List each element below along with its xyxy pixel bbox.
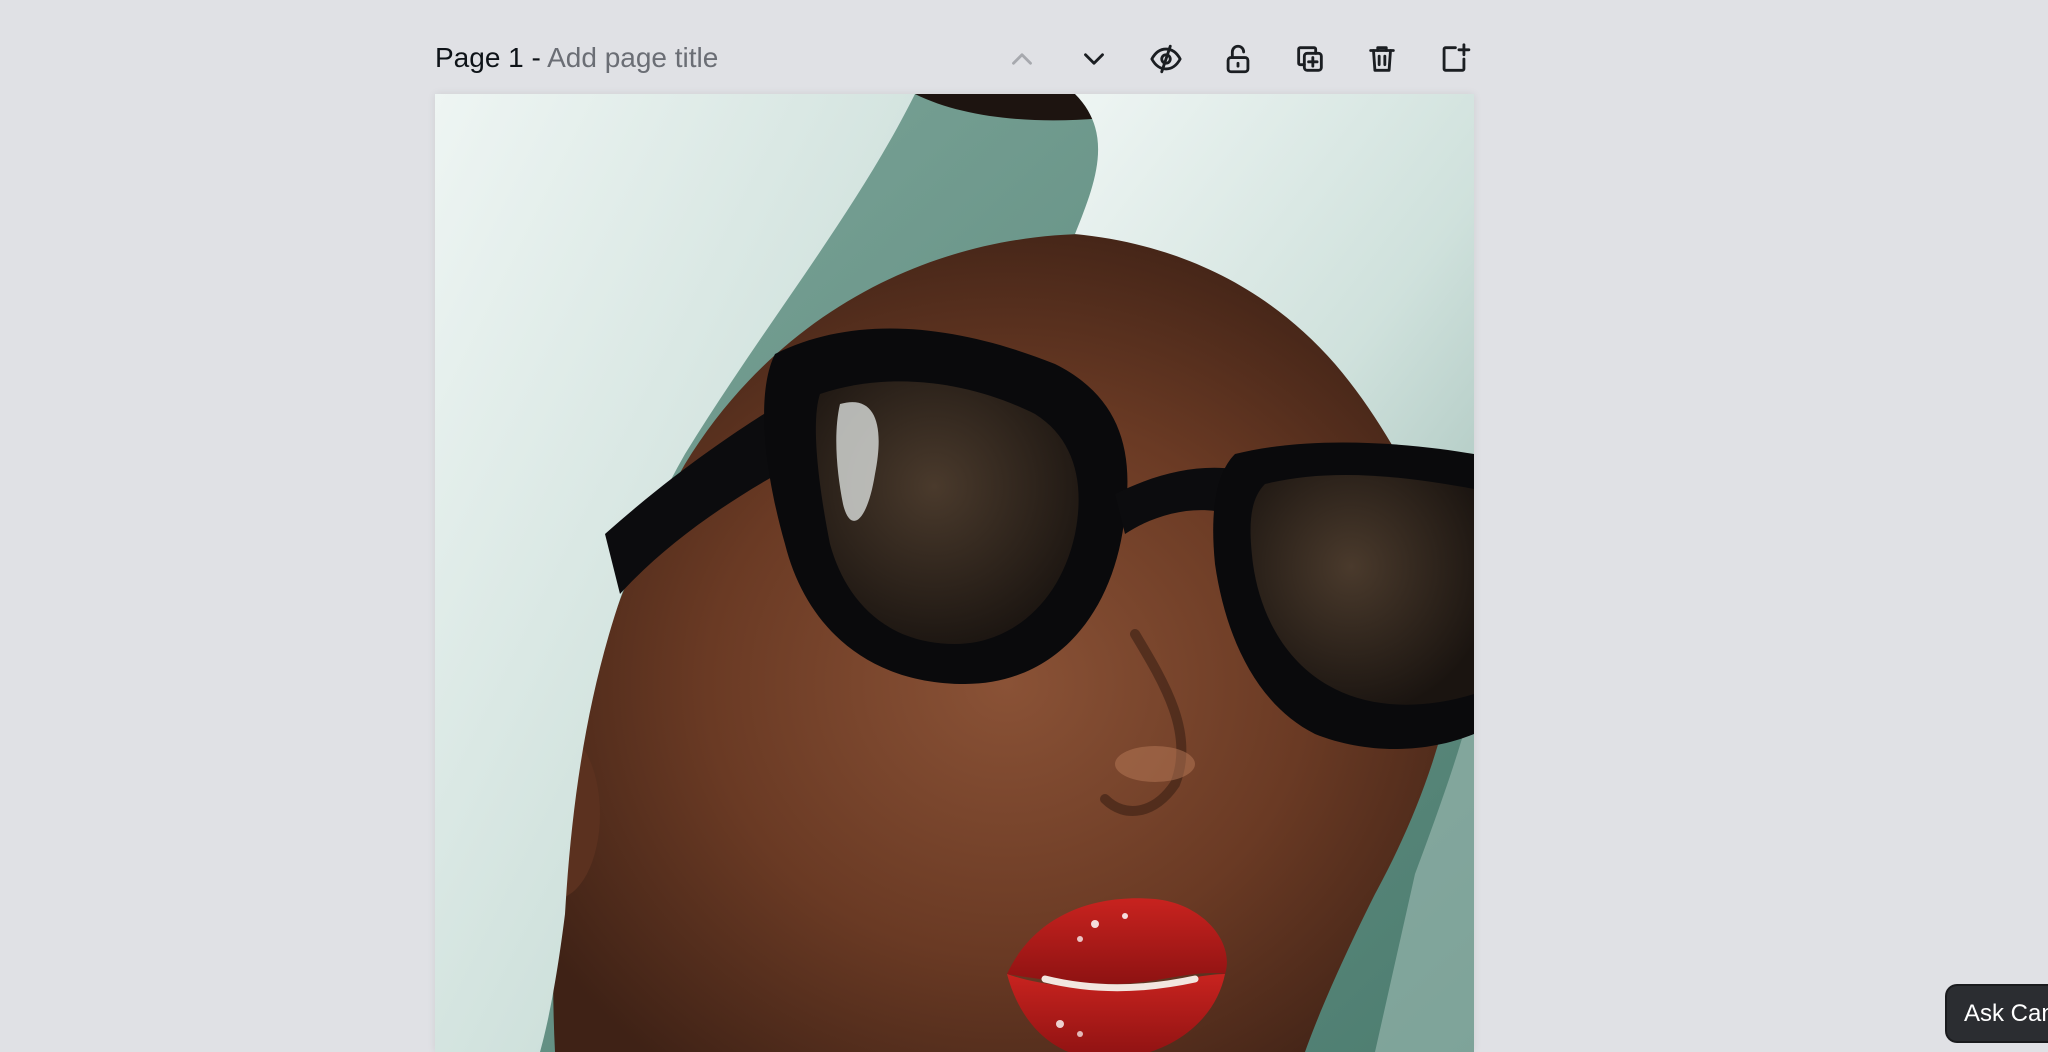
duplicate-icon — [1297, 46, 1323, 72]
eye-slash-icon — [1150, 44, 1182, 74]
page-toolbar — [1001, 38, 1475, 80]
ask-canva-button[interactable]: Ask Canva — [1947, 986, 2048, 1041]
page-title[interactable]: Page 1 - Add page title — [435, 40, 718, 76]
design-page-canvas[interactable] — [435, 94, 1474, 1052]
add-page-button[interactable] — [1433, 38, 1475, 80]
move-page-down-button[interactable] — [1073, 38, 1115, 80]
duplicate-page-button[interactable] — [1289, 38, 1331, 80]
chevron-down-icon — [1084, 53, 1104, 65]
lock-page-button[interactable] — [1217, 38, 1259, 80]
chevron-up-icon — [1012, 53, 1032, 65]
add-page-icon — [1442, 43, 1471, 72]
trash-icon — [1369, 46, 1395, 72]
page-number-label: Page 1 - — [435, 42, 548, 73]
unlock-icon — [1226, 44, 1250, 74]
delete-page-button[interactable] — [1361, 38, 1403, 80]
page-title-placeholder[interactable]: Add page title — [547, 42, 718, 73]
move-page-up-button[interactable] — [1001, 38, 1043, 80]
hide-page-button[interactable] — [1145, 38, 1187, 80]
portrait-photo[interactable] — [435, 94, 1474, 1052]
page-header: Page 1 - Add page title — [435, 38, 1475, 80]
